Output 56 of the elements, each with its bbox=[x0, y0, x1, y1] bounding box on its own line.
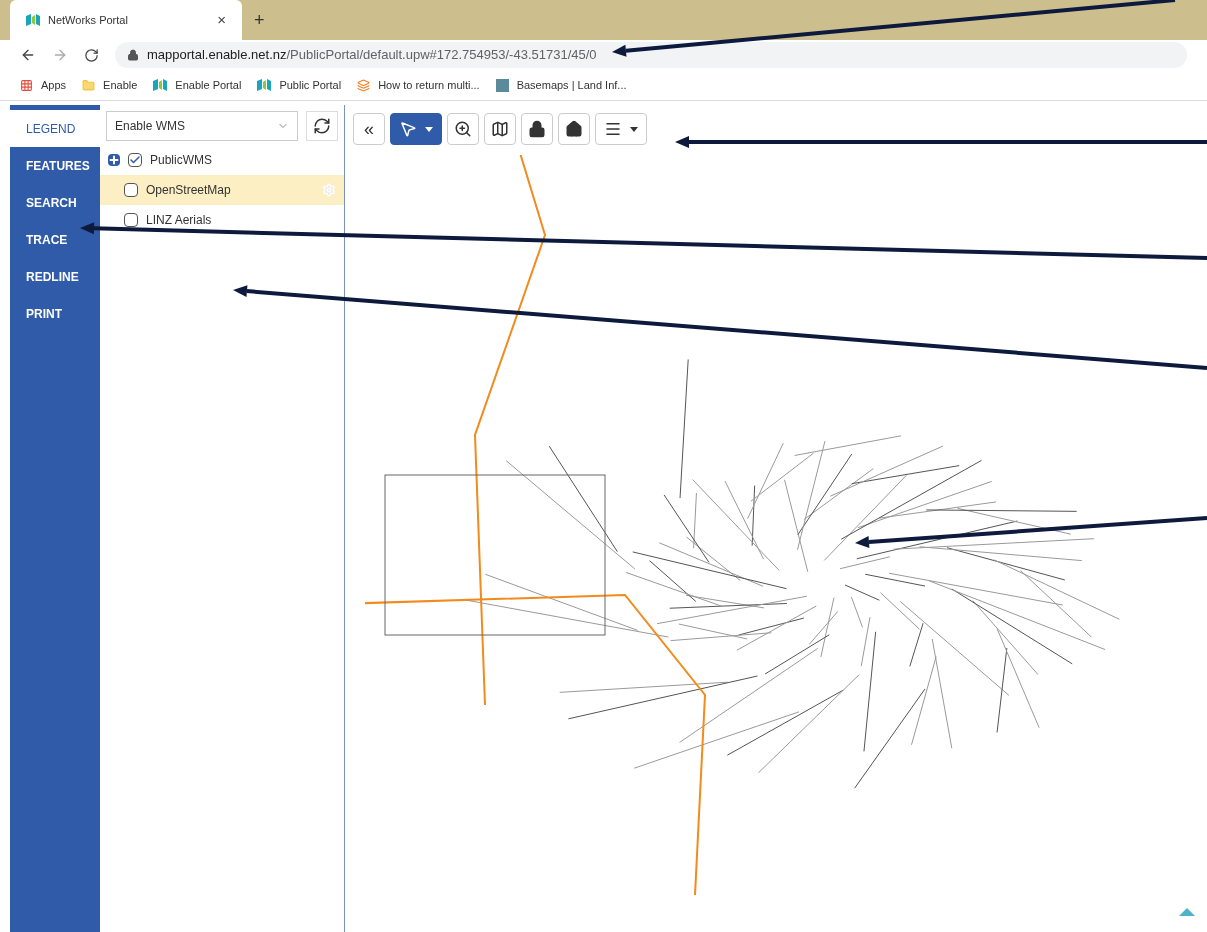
portal-logo-icon bbox=[26, 14, 40, 26]
bookmark-link[interactable]: How to return multi... bbox=[357, 76, 480, 94]
select-tool-button[interactable] bbox=[390, 113, 442, 145]
caret-icon bbox=[425, 126, 433, 132]
sidebar-tab[interactable]: SEARCH bbox=[10, 184, 100, 221]
stack-icon bbox=[357, 78, 371, 92]
layer-label: OpenStreetMap bbox=[146, 182, 232, 199]
zoom-in-icon bbox=[454, 120, 472, 138]
folder-icon bbox=[82, 78, 96, 92]
portal-logo-icon bbox=[153, 79, 168, 91]
layer-label: LINZ Aerials bbox=[146, 212, 213, 229]
lock-tool-button[interactable] bbox=[521, 113, 553, 145]
bookmark-link[interactable]: Public Portal bbox=[257, 76, 342, 94]
sidebar-tab[interactable]: LEGEND bbox=[10, 110, 100, 147]
back-icon[interactable] bbox=[20, 47, 36, 63]
collapse-button[interactable]: « bbox=[353, 113, 385, 145]
layer-row[interactable]: PublicWMS bbox=[100, 145, 344, 175]
refresh-button[interactable] bbox=[306, 111, 338, 141]
bookmark-link[interactable]: Apps bbox=[20, 76, 67, 94]
reload-icon[interactable] bbox=[84, 47, 99, 63]
url-text: mapportal.enable.net.nz/PublicPortal/default.upw#172.754953/-43.51731/45/0 bbox=[147, 46, 597, 65]
lock-icon bbox=[528, 120, 546, 138]
home-icon bbox=[565, 120, 583, 138]
pointer-icon bbox=[399, 120, 417, 138]
address-bar[interactable]: mapportal.enable.net.nz/PublicPortal/default.upw#172.754953/-43.51731/45/0 bbox=[115, 42, 1187, 68]
map-icon bbox=[491, 120, 509, 138]
layer-checkbox[interactable] bbox=[124, 213, 138, 227]
zoom-box-tool-button[interactable] bbox=[447, 113, 479, 145]
layer-checkbox[interactable] bbox=[124, 183, 138, 197]
caret-icon bbox=[630, 126, 638, 132]
layer-label: PublicWMS bbox=[150, 152, 213, 169]
new-tab-button[interactable]: + bbox=[242, 0, 277, 40]
sidebar-tab[interactable]: FEATURES bbox=[10, 147, 100, 184]
map-thumbnail-icon bbox=[495, 78, 509, 92]
map-refresh-tool-button[interactable] bbox=[484, 113, 516, 145]
expand-icon[interactable] bbox=[108, 154, 120, 166]
bookmark-link[interactable]: Enable bbox=[82, 76, 138, 94]
tab-title: NetWorks Portal bbox=[48, 12, 129, 28]
portal-logo-icon bbox=[257, 79, 272, 91]
bookmark-link[interactable]: Basemaps | Land Inf... bbox=[495, 76, 627, 94]
sidebar-tab[interactable]: REDLINE bbox=[10, 258, 100, 295]
browser-tab[interactable]: NetWorks Portal × bbox=[10, 0, 242, 40]
home-tool-button[interactable] bbox=[558, 113, 590, 145]
refresh-icon bbox=[313, 117, 331, 135]
layer-row[interactable]: LINZ Aerials bbox=[100, 205, 344, 235]
menu-tool-button[interactable] bbox=[595, 113, 647, 145]
lock-icon bbox=[127, 49, 139, 61]
layer-row[interactable]: OpenStreetMap bbox=[100, 175, 344, 205]
apps-grid-icon bbox=[20, 78, 33, 92]
sidebar-tab[interactable]: TRACE bbox=[10, 221, 100, 258]
tab-close-button[interactable]: × bbox=[217, 8, 226, 32]
layer-checkbox[interactable] bbox=[128, 153, 142, 167]
menu-icon bbox=[604, 120, 622, 138]
sidebar-tab[interactable]: PRINT bbox=[10, 295, 100, 332]
service-dropdown[interactable]: Enable WMS bbox=[106, 111, 298, 141]
bookmark-link[interactable]: Enable Portal bbox=[153, 76, 242, 94]
